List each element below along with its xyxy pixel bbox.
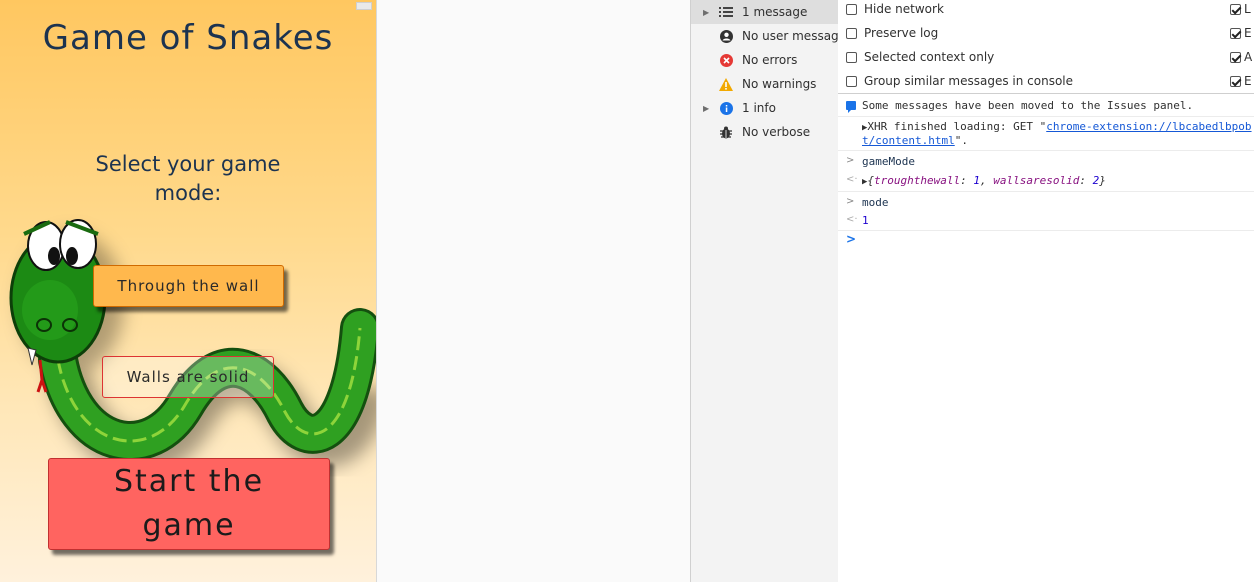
console-sidebar: ▶ 1 message No user messag… No errors No…	[690, 0, 839, 582]
checkbox-checked[interactable]	[1230, 75, 1241, 87]
input-chevron-icon: >	[846, 196, 855, 207]
setting-right-4[interactable]: E	[1230, 69, 1252, 93]
checkbox[interactable]	[846, 75, 857, 87]
result-arrow-icon: <·	[846, 214, 858, 225]
setting-right-2[interactable]: E	[1230, 21, 1252, 45]
setting-label: Hide network	[864, 2, 944, 16]
xhr-line-1: ▶XHR finished loading: GET "chrome-exten…	[862, 120, 1252, 133]
sidebar-item-warnings[interactable]: No warnings	[691, 72, 838, 96]
setting-label: L	[1244, 2, 1251, 16]
setting-label: E	[1244, 26, 1252, 40]
xhr-url-link-continued[interactable]: t/content.html	[862, 134, 955, 147]
property-key: wallsaresolid	[993, 174, 1080, 187]
console-result-row: <· 1	[838, 211, 1254, 231]
console-result: 1	[862, 214, 869, 227]
comma: ,	[980, 174, 994, 187]
setting-label: E	[1244, 74, 1252, 88]
list-icon	[719, 5, 733, 19]
console-result-row[interactable]: <· ▶{troughthewall: 1, wallsaresolid: 2}	[838, 170, 1254, 192]
brace-close: }	[1099, 174, 1106, 187]
game-title: Game of Snakes	[42, 18, 334, 58]
object-preview[interactable]: ▶{troughthewall: 1, wallsaresolid: 2}	[862, 174, 1106, 187]
xhr-suffix: ".	[954, 134, 968, 147]
sidebar-item-verbose[interactable]: No verbose	[691, 120, 838, 144]
sidebar-item-label: No user messag…	[742, 29, 838, 43]
bug-icon	[719, 125, 733, 139]
xhr-line-2: t/content.html".	[862, 134, 968, 147]
xhr-prefix: XHR finished loading: GET "	[867, 120, 1047, 133]
setting-label: Group similar messages in console	[864, 74, 1073, 88]
sidebar-item-messages[interactable]: ▶ 1 message	[691, 0, 838, 24]
start-game-button[interactable]: Start the game	[48, 458, 330, 550]
sidebar-item-label: No errors	[742, 53, 798, 67]
setting-label: Selected context only	[864, 50, 995, 64]
sidebar-item-label: No warnings	[742, 77, 817, 91]
error-icon	[719, 53, 733, 67]
console-input: mode	[862, 196, 889, 209]
console-input: gameMode	[862, 155, 915, 168]
sidebar-item-label: No verbose	[742, 125, 811, 139]
issues-message: Some messages have been moved to the Iss…	[862, 99, 1194, 112]
colon: :	[1079, 174, 1093, 187]
setting-label: A	[1244, 50, 1253, 64]
checkbox[interactable]	[846, 3, 857, 15]
issues-message-row: Some messages have been moved to the Iss…	[838, 94, 1254, 117]
expand-arrow-icon[interactable]: ▶	[703, 104, 709, 113]
property-key: troughthewall	[874, 174, 961, 187]
sidebar-item-label: 1 info	[742, 101, 776, 115]
console-prompt-icon[interactable]: >	[846, 232, 856, 246]
sidebar-item-label: 1 message	[742, 5, 808, 19]
console-prompt-input[interactable]	[862, 230, 1242, 248]
setting-selected-context[interactable]: Selected context only	[846, 45, 994, 69]
setting-group-similar[interactable]: Group similar messages in console	[846, 69, 1073, 93]
setting-preserve-log[interactable]: Preserve log	[846, 21, 938, 45]
sidebar-item-user-messages[interactable]: No user messag…	[691, 24, 838, 48]
sidebar-item-info[interactable]: ▶ 1 info	[691, 96, 838, 120]
checkbox-checked[interactable]	[1230, 27, 1241, 39]
checkbox[interactable]	[846, 51, 857, 63]
setting-hide-network[interactable]: Hide network	[846, 0, 944, 21]
snake-illustration	[9, 219, 376, 474]
xhr-log-row[interactable]: ▶XHR finished loading: GET "chrome-exten…	[838, 117, 1254, 151]
checkbox-checked[interactable]	[1230, 3, 1241, 15]
checkbox-checked[interactable]	[1230, 51, 1241, 63]
empty-viewport-area	[377, 0, 690, 582]
sidebar-item-errors[interactable]: No errors	[691, 48, 838, 72]
setting-right-3[interactable]: A	[1230, 45, 1252, 69]
result-arrow-icon: <·	[846, 174, 858, 185]
issues-flag-icon	[846, 101, 856, 113]
game-panel: Game of Snakes Select your game mode: Th…	[0, 0, 377, 582]
user-icon	[719, 29, 733, 43]
setting-right-1[interactable]: L	[1230, 0, 1251, 21]
resize-handle[interactable]	[356, 2, 372, 10]
console-panel: Hide network Preserve log Selected conte…	[838, 0, 1254, 582]
walls-are-solid-button[interactable]: Walls are solid	[102, 356, 274, 398]
checkbox[interactable]	[846, 27, 857, 39]
through-the-wall-button[interactable]: Through the wall	[93, 265, 284, 307]
xhr-url-link[interactable]: chrome-extension://lbcabedlbpob	[1046, 120, 1251, 133]
console-input-row: > gameMode	[838, 151, 1254, 170]
setting-label: Preserve log	[864, 26, 939, 40]
console-input-row: > mode	[838, 192, 1254, 211]
info-icon	[719, 101, 733, 115]
colon: :	[960, 174, 974, 187]
input-chevron-icon: >	[846, 155, 855, 166]
warning-icon	[719, 77, 733, 91]
expand-arrow-icon[interactable]: ▶	[703, 8, 709, 17]
